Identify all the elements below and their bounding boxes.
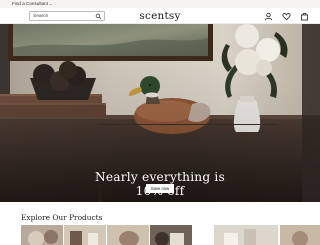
hero-headline-line1: Nearly everything is (95, 170, 225, 184)
heart-icon[interactable] (282, 12, 291, 21)
search-icon[interactable] (95, 13, 102, 20)
product-tile-2-image (64, 225, 106, 245)
search-input[interactable] (33, 13, 91, 20)
hero-banner[interactable]: Nearly everything is 10% off Save now (0, 24, 320, 202)
find-consultant-link[interactable]: Find a Consultant⌄ (12, 1, 52, 7)
user-icon[interactable] (264, 12, 273, 21)
find-consultant-label: Find a Consultant (12, 1, 49, 6)
bag-icon[interactable] (300, 12, 309, 21)
product-tile-6[interactable] (280, 225, 320, 245)
product-tile-5-image (214, 225, 278, 245)
save-now-button[interactable]: Save now (146, 184, 174, 193)
product-tile-3[interactable] (107, 225, 149, 245)
site-header: scentsy (0, 8, 320, 24)
product-tile-1-image (21, 225, 63, 245)
product-tile-3-image (107, 225, 149, 245)
top-bar: Find a Consultant⌄ (0, 0, 320, 8)
product-tile-4[interactable] (150, 225, 192, 245)
product-tile-4-image (150, 225, 192, 245)
chevron-down-icon: ⌄ (49, 1, 53, 6)
product-tile-6-image (280, 225, 320, 245)
product-tile-2[interactable] (64, 225, 106, 245)
site-logo[interactable]: scentsy (131, 10, 189, 22)
explore-products-heading: Explore Our Products (21, 213, 103, 222)
search-box[interactable] (29, 11, 105, 21)
product-tile-5[interactable] (214, 225, 278, 245)
product-tile-1[interactable] (21, 225, 63, 245)
